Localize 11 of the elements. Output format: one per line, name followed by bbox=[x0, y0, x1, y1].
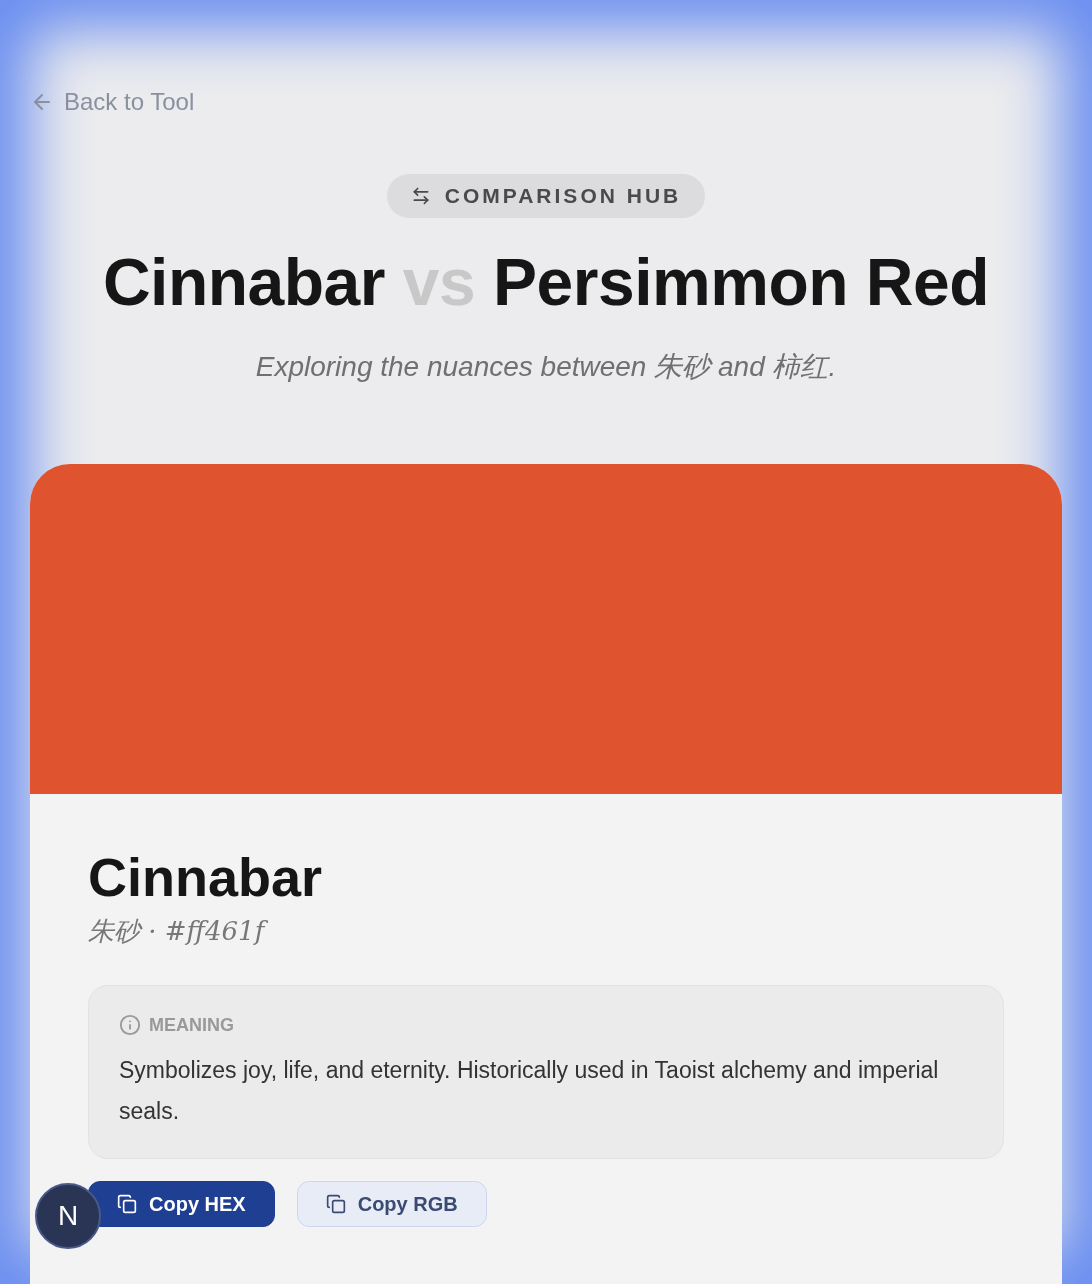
meaning-text: Symbolizes joy, life, and eternity. Historically used in Taoist alchemy and imperial seals. bbox=[119, 1056, 940, 1126]
meaning-label: MEANING bbox=[149, 1014, 234, 1036]
page-subtitle: Exploring the nuances between 朱砂 and 柿红. bbox=[255, 350, 837, 384]
copy-button[interactable]: Copy HEX bbox=[88, 1181, 275, 1227]
color-name: Cinnabar bbox=[88, 846, 324, 908]
copy-icon bbox=[325, 1194, 346, 1214]
copy-button[interactable]: Copy RGB bbox=[296, 1181, 487, 1227]
badge-label: COMPARISON HUB bbox=[444, 184, 682, 208]
info-icon bbox=[119, 1014, 141, 1036]
color-details: 朱砂 · #ff461f bbox=[88, 914, 1004, 949]
copy-icon bbox=[117, 1194, 137, 1214]
